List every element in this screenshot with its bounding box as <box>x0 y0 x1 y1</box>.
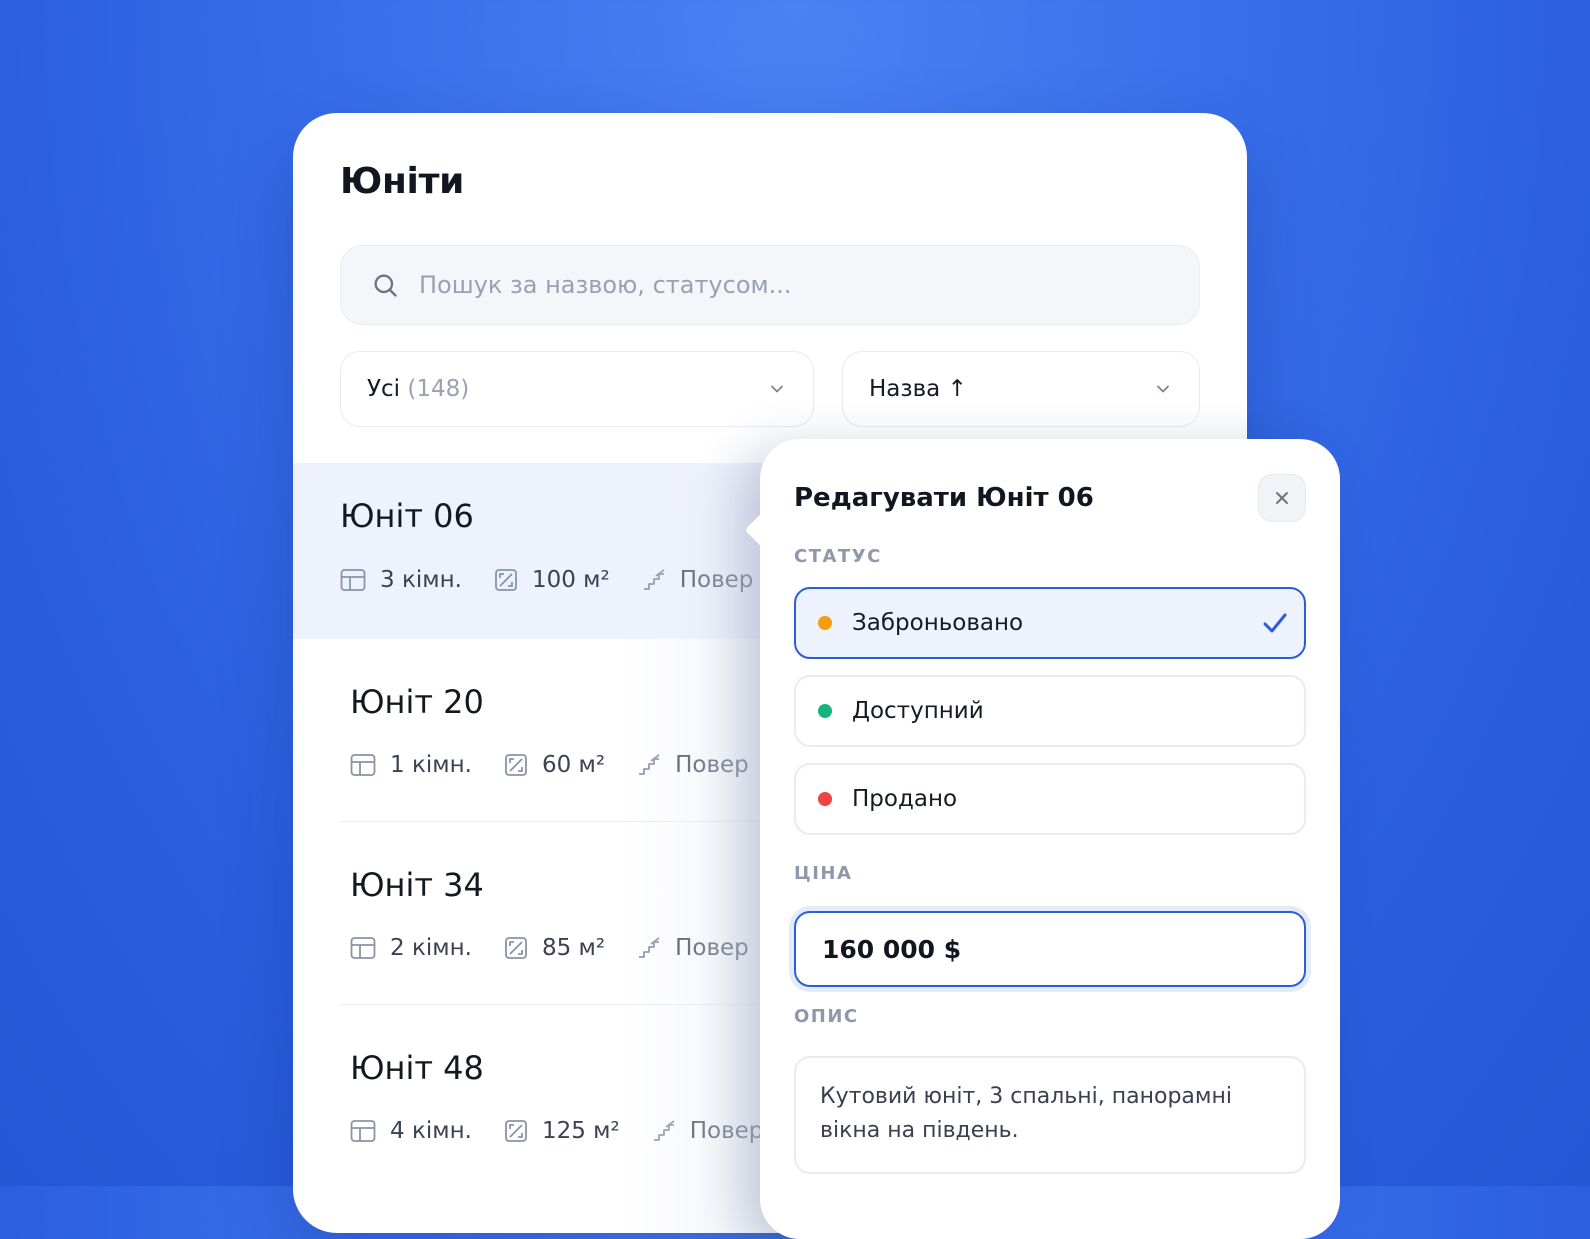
stairs-icon <box>643 569 665 590</box>
unit-name: Юніт 06 <box>340 497 474 535</box>
area-icon <box>505 754 527 776</box>
close-button[interactable] <box>1258 474 1306 522</box>
status-option-sold[interactable]: Продано <box>794 763 1306 835</box>
area-icon <box>505 937 527 959</box>
price-input[interactable] <box>820 933 1284 965</box>
unit-floor-value: Повер <box>675 752 749 778</box>
search-box[interactable] <box>340 245 1200 325</box>
unit-rooms: 3 кімн. <box>340 567 462 593</box>
edit-unit-popover: Редагувати Юніт 06 СТАТУС Заброньовано Д… <box>744 439 1340 1239</box>
unit-floor-value: Повер <box>689 1118 764 1144</box>
sort-dropdown[interactable]: Назва ↑ <box>842 351 1200 427</box>
price-label: ЦІНА <box>794 863 853 884</box>
chevron-down-icon <box>771 385 783 393</box>
status-label: СТАТУС <box>794 546 882 567</box>
stairs-icon <box>639 754 660 775</box>
unit-rooms: 1 кімн. <box>350 752 472 778</box>
editor-title: Редагувати Юніт 06 <box>794 483 1094 513</box>
unit-area-value: 85 м² <box>541 935 606 961</box>
unit-rooms-value: 2 кімн. <box>390 935 472 961</box>
status-filter-count: (148) <box>407 376 470 402</box>
unit-area: 85 м² <box>504 935 605 961</box>
unit-rooms: 4 кімн. <box>350 1118 472 1144</box>
unit-rooms-value: 3 кімн. <box>380 567 462 593</box>
unit-floor: Повер <box>637 752 749 778</box>
unit-floor-value: Повер <box>675 935 749 961</box>
status-dot-orange <box>818 616 832 630</box>
search-input[interactable] <box>417 270 1161 300</box>
unit-area-value: 100 м² <box>531 567 610 593</box>
rooms-icon <box>350 937 376 959</box>
check-icon <box>1263 613 1287 633</box>
unit-area: 60 м² <box>504 752 605 778</box>
status-dot-red <box>818 792 832 806</box>
chevron-down-icon <box>1157 385 1169 393</box>
status-option-available[interactable]: Доступний <box>794 675 1306 747</box>
unit-floor: Повер <box>637 935 749 961</box>
unit-meta: 3 кімн. 100 м² Повер <box>340 567 785 593</box>
stairs-icon <box>653 1120 675 1141</box>
unit-area: 125 м² <box>504 1118 620 1144</box>
rooms-icon <box>350 1120 376 1142</box>
status-filter-dropdown[interactable]: Усі (148) <box>340 351 814 427</box>
unit-floor: Повер <box>642 567 754 593</box>
unit-area-value: 125 м² <box>541 1118 620 1144</box>
unit-floor: Повер <box>652 1118 764 1144</box>
status-option-label: Заброньовано <box>852 610 1024 636</box>
unit-rooms: 2 кімн. <box>350 935 472 961</box>
sort-value: Назва ↑ <box>869 376 967 402</box>
status-option-label: Продано <box>852 786 958 812</box>
price-field[interactable] <box>794 911 1306 987</box>
rooms-icon <box>340 569 366 591</box>
status-filter-value: Усі (148) <box>367 376 469 402</box>
status-option-label: Доступний <box>852 698 984 724</box>
stairs-icon <box>639 937 660 958</box>
unit-meta: 2 кімн. 85 м² Повер <box>350 935 781 961</box>
unit-area: 100 м² <box>494 567 610 593</box>
area-icon <box>495 569 517 591</box>
unit-meta: 1 кімн. 60 м² Повер <box>350 752 781 778</box>
search-icon <box>374 274 397 297</box>
unit-rooms-value: 4 кімн. <box>390 1118 472 1144</box>
unit-meta: 4 кімн. 125 м² Повер <box>350 1118 795 1144</box>
status-dot-green <box>818 704 832 718</box>
status-option-reserved[interactable]: Заброньовано <box>794 587 1306 659</box>
unit-rooms-value: 1 кімн. <box>390 752 472 778</box>
rooms-icon <box>350 754 376 776</box>
description-textarea[interactable]: Кутовий юніт, 3 спальні, панорамні вікна… <box>794 1056 1306 1174</box>
area-icon <box>505 1120 527 1142</box>
page-title: Юніти <box>340 161 465 202</box>
unit-name: Юніт 48 <box>350 1049 484 1087</box>
unit-area-value: 60 м² <box>541 752 606 778</box>
unit-name: Юніт 20 <box>350 683 484 721</box>
description-label: ОПИС <box>794 1006 859 1027</box>
unit-floor-value: Повер <box>679 567 754 593</box>
close-icon <box>1276 492 1288 504</box>
unit-name: Юніт 34 <box>350 866 484 904</box>
status-filter-label: Усі <box>367 376 401 402</box>
